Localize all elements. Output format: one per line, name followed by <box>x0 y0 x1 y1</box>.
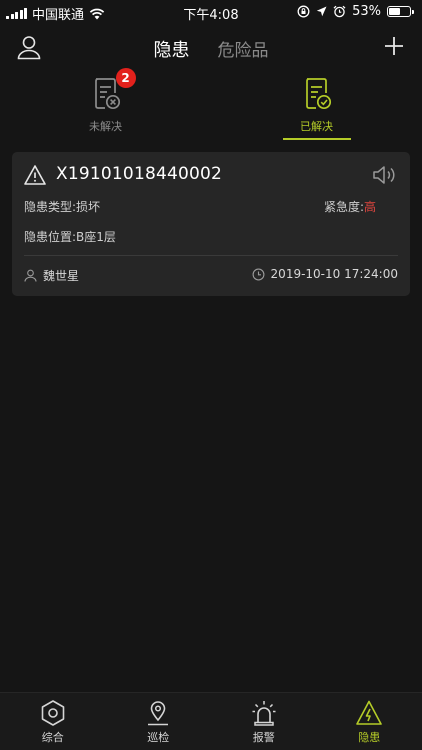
hazard-card[interactable]: X19101018440002 隐患类型:损坏 紧急度:高 隐患位置:B座1层 … <box>12 152 410 296</box>
active-tab-underline <box>282 138 351 140</box>
status-subtabs: 2 未解决 已解决 <box>0 68 422 142</box>
urgency-value: 高 <box>363 200 376 214</box>
nav-patrol-label: 巡检 <box>147 731 170 744</box>
card-divider <box>24 255 398 256</box>
clock-icon <box>252 268 264 280</box>
report-timestamp: 2019-10-10 17:24:00 <box>270 267 398 281</box>
rotation-lock-icon <box>297 5 310 18</box>
nav-alarm-label: 报警 <box>252 731 275 744</box>
subtab-unresolved-label: 未解决 <box>89 120 122 133</box>
nav-overview[interactable]: 综合 <box>0 693 106 750</box>
nav-alarm[interactable]: 报警 <box>211 693 317 750</box>
hazard-id: X19101018440002 <box>56 164 223 184</box>
unresolved-count-badge: 2 <box>115 68 136 88</box>
warning-icon <box>24 165 46 185</box>
hazard-type-row: 隐患类型:损坏 <box>24 198 100 215</box>
subtab-resolved[interactable]: 已解决 <box>211 74 422 142</box>
alarm-siren-icon <box>252 701 276 726</box>
nav-hazards[interactable]: 隐患 <box>317 693 422 750</box>
status-bar: 中国联通 下午4:08 53% <box>0 0 422 24</box>
document-check-icon <box>305 78 331 110</box>
hazard-type-value: 损坏 <box>76 200 101 214</box>
map-pin-icon <box>148 701 169 726</box>
card-title-row: X19101018440002 <box>24 164 398 186</box>
status-right: 53% <box>297 4 414 19</box>
urgency-row: 紧急度:高 <box>324 198 376 215</box>
app-screen: 中国联通 下午4:08 53% 隐患 危险品 2 未解决 已解决 X191010… <box>0 0 422 750</box>
battery-percent: 53% <box>352 4 381 19</box>
person-icon <box>24 269 37 282</box>
reporter-row: 魏世星 <box>24 267 79 284</box>
nav-hazards-label: 隐患 <box>358 731 381 744</box>
header-tabs: 隐患 危险品 <box>0 36 422 62</box>
hazard-location-value: B座1层 <box>76 230 116 244</box>
location-arrow-icon <box>316 6 327 17</box>
top-header: 隐患 危险品 <box>0 28 422 66</box>
battery-icon <box>387 6 414 17</box>
warning-bolt-icon <box>356 700 383 725</box>
hazard-location-row: 隐患位置:B座1层 <box>24 228 116 245</box>
hazard-location-label: 隐患位置: <box>24 230 77 244</box>
speaker-icon[interactable] <box>372 163 398 187</box>
tab-hazards[interactable]: 隐患 <box>154 36 190 62</box>
nav-patrol[interactable]: 巡检 <box>106 693 212 750</box>
tab-dangerous-goods[interactable]: 危险品 <box>218 36 269 62</box>
alarm-clock-icon <box>333 5 346 18</box>
hexagon-icon <box>41 700 65 726</box>
hazard-type-label: 隐患类型: <box>24 200 77 214</box>
reporter-name: 魏世星 <box>43 269 80 283</box>
timestamp-row: 2019-10-10 17:24:00 <box>252 267 398 281</box>
nav-overview-label: 综合 <box>41 731 64 744</box>
subtab-unresolved[interactable]: 2 未解决 <box>0 68 211 142</box>
urgency-label: 紧急度: <box>323 200 364 214</box>
bottom-nav: 综合 巡检 报警 隐患 <box>0 692 422 750</box>
plus-icon[interactable] <box>382 34 406 58</box>
subtab-resolved-label: 已解决 <box>300 120 333 133</box>
